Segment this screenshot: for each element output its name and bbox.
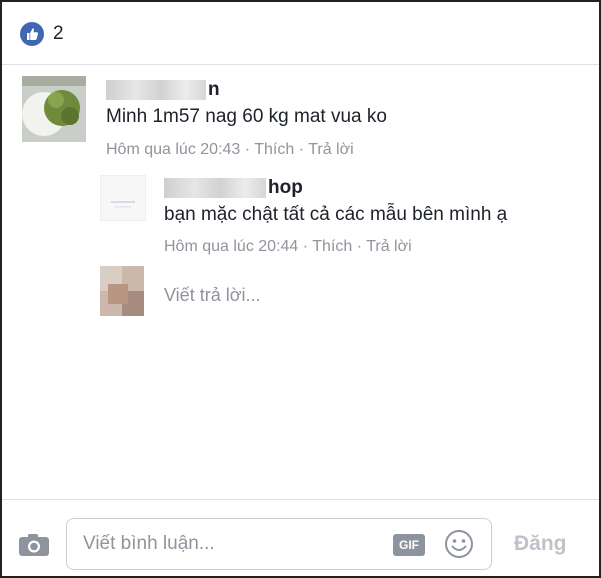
like-thumb-icon: [20, 22, 44, 46]
comment-author-visible: n: [208, 79, 220, 100]
comment-composer: Viết bình luận... GIF Đăng: [2, 499, 599, 576]
reply-like-link[interactable]: Thích: [312, 238, 352, 255]
comment-input-placeholder: Viết bình luận...: [83, 533, 215, 554]
meta-separator: ·: [302, 238, 309, 255]
reply-input[interactable]: Viết trả lời...: [164, 285, 261, 306]
comments-panel: 2 n Minh 1m57 nag 60 kg mat vua ko Hôm q…: [0, 0, 601, 578]
blurred-name: [106, 79, 206, 100]
meta-separator: ·: [356, 238, 363, 255]
reply-meta: Hôm qua lúc 20:44 · Thích · Trả lời: [164, 238, 412, 256]
reply-author-visible: hop: [268, 177, 303, 198]
reply-author[interactable]: hop: [164, 177, 303, 199]
reply-text: bạn mặc chật tất cả các mẫu bên mình ạ: [164, 204, 508, 225]
camera-icon[interactable]: [18, 533, 50, 557]
current-user-avatar: [100, 266, 144, 316]
smiley-icon[interactable]: [444, 529, 474, 559]
meta-separator: ·: [298, 141, 305, 158]
comment-author[interactable]: n: [106, 79, 220, 101]
reply-author-avatar[interactable]: [100, 175, 146, 221]
reaction-count: 2: [53, 23, 64, 44]
blurred-name: [164, 177, 266, 198]
commenter-avatar[interactable]: [22, 76, 86, 142]
comment-reply-link[interactable]: Trả lời: [308, 141, 353, 158]
comment-meta: Hôm qua lúc 20:43 · Thích · Trả lời: [106, 141, 354, 159]
post-button[interactable]: Đăng: [514, 532, 567, 556]
comment-like-link[interactable]: Thích: [254, 141, 294, 158]
gif-button[interactable]: GIF: [393, 534, 425, 556]
comment-text: Minh 1m57 nag 60 kg mat vua ko: [106, 106, 387, 127]
comment-timestamp[interactable]: Hôm qua lúc 20:43: [106, 141, 240, 158]
comment-input[interactable]: Viết bình luận... GIF: [66, 518, 492, 570]
reply-reply-link[interactable]: Trả lời: [366, 238, 411, 255]
reaction-bar[interactable]: 2: [2, 2, 599, 65]
reply-timestamp[interactable]: Hôm qua lúc 20:44: [164, 238, 298, 255]
meta-separator: ·: [244, 141, 251, 158]
